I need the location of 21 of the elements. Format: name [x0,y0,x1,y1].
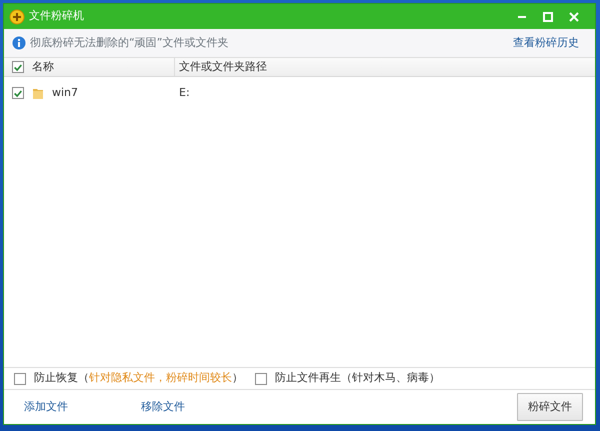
checkbox[interactable] [12,87,24,99]
history-link[interactable]: 查看粉碎历史 [513,34,579,52]
column-header: 文件或文件夹路径 [179,58,267,75]
maximize-icon[interactable] [542,10,554,22]
checkbox[interactable] [14,372,26,384]
info-icon [12,36,26,50]
option-label: 防止文件再生（针对木马、病毒） [275,370,440,386]
file-name: win7 [52,84,78,101]
file-path: E: [179,86,190,99]
column-header: 名称 [32,58,54,75]
window-title: 文件粉碎机 [29,8,84,24]
footer-link[interactable]: 移除文件 [141,398,185,416]
app-icon [9,8,25,24]
checkbox[interactable] [255,372,267,384]
close-icon[interactable] [568,10,580,22]
shred-button[interactable]: 粉碎文件 [517,392,583,422]
info-message: 彻底粉碎无法删除的“顽固”文件或文件夹 [30,34,228,51]
folder-icon [32,86,44,100]
footer-link[interactable]: 添加文件 [24,398,68,416]
checkbox[interactable] [12,61,24,73]
option-label: 防止恢复（针对隐私文件，粉碎时间较长） [34,370,243,386]
